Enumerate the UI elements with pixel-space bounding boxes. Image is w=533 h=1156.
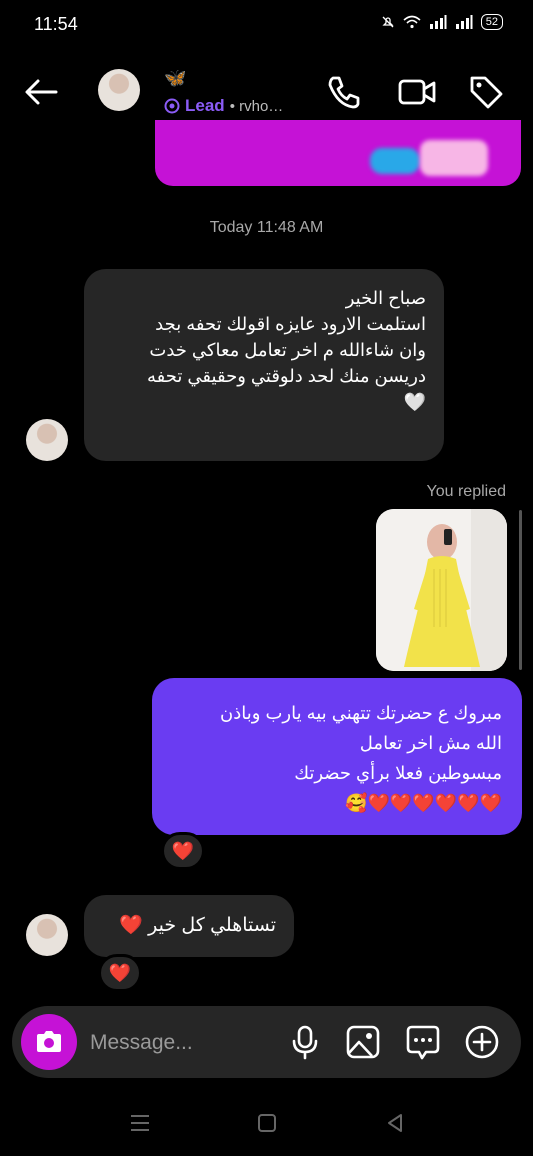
plus-icon[interactable]	[463, 1023, 501, 1061]
status-icons: 52	[381, 14, 503, 30]
back-arrow-icon[interactable]	[22, 72, 62, 112]
contact-handle: • rvho…	[229, 97, 284, 115]
outgoing-message[interactable]: مبروك ع حضرتك تتهني بيه يارب وباذن الله …	[152, 678, 522, 835]
wifi-icon	[403, 15, 421, 29]
redacted-area	[370, 148, 420, 174]
incoming-message-2[interactable]: تستاهلي كل خير ❤️	[84, 895, 294, 957]
redacted-area-2	[420, 140, 488, 176]
video-icon[interactable]	[397, 72, 437, 112]
contact-label-row[interactable]: Lead • rvho…	[164, 96, 283, 116]
phone-icon[interactable]	[324, 72, 364, 112]
mic-icon[interactable]	[286, 1023, 324, 1061]
camera-button[interactable]	[21, 1014, 77, 1070]
avatar[interactable]	[98, 69, 140, 111]
signal-icon	[429, 15, 447, 29]
message-input[interactable]	[88, 1024, 272, 1062]
photo-illustration	[376, 509, 507, 671]
you-replied-label: You replied	[426, 483, 506, 500]
header-emoji: 🦋	[164, 68, 187, 88]
camera-icon	[37, 1031, 61, 1052]
home-icon[interactable]	[252, 1108, 282, 1138]
lead-label: Lead	[185, 96, 225, 115]
tag-icon[interactable]	[466, 72, 506, 112]
menu-icon[interactable]	[125, 1108, 155, 1138]
signal-icon-2	[455, 15, 473, 29]
lead-icon	[164, 98, 180, 114]
back-nav-icon[interactable]	[380, 1108, 410, 1138]
sender-avatar-2[interactable]	[26, 914, 68, 956]
sender-avatar[interactable]	[26, 419, 68, 461]
mute-icon	[382, 16, 394, 28]
message-timestamp: Today 11:48 AM	[209, 219, 324, 236]
heart-reaction[interactable]: ❤️	[161, 832, 205, 870]
sticker-icon[interactable]	[404, 1023, 442, 1061]
heart-reaction-2[interactable]: ❤️	[98, 954, 142, 992]
replied-photo[interactable]	[376, 509, 507, 671]
battery-icon: 52	[480, 14, 503, 30]
gallery-icon[interactable]	[344, 1023, 382, 1061]
scrollbar[interactable]	[519, 510, 522, 670]
status-time: 11:54	[34, 14, 78, 34]
incoming-message[interactable]: صباح الخير استلمت الارود عايزه اقولك تحف…	[84, 269, 444, 461]
